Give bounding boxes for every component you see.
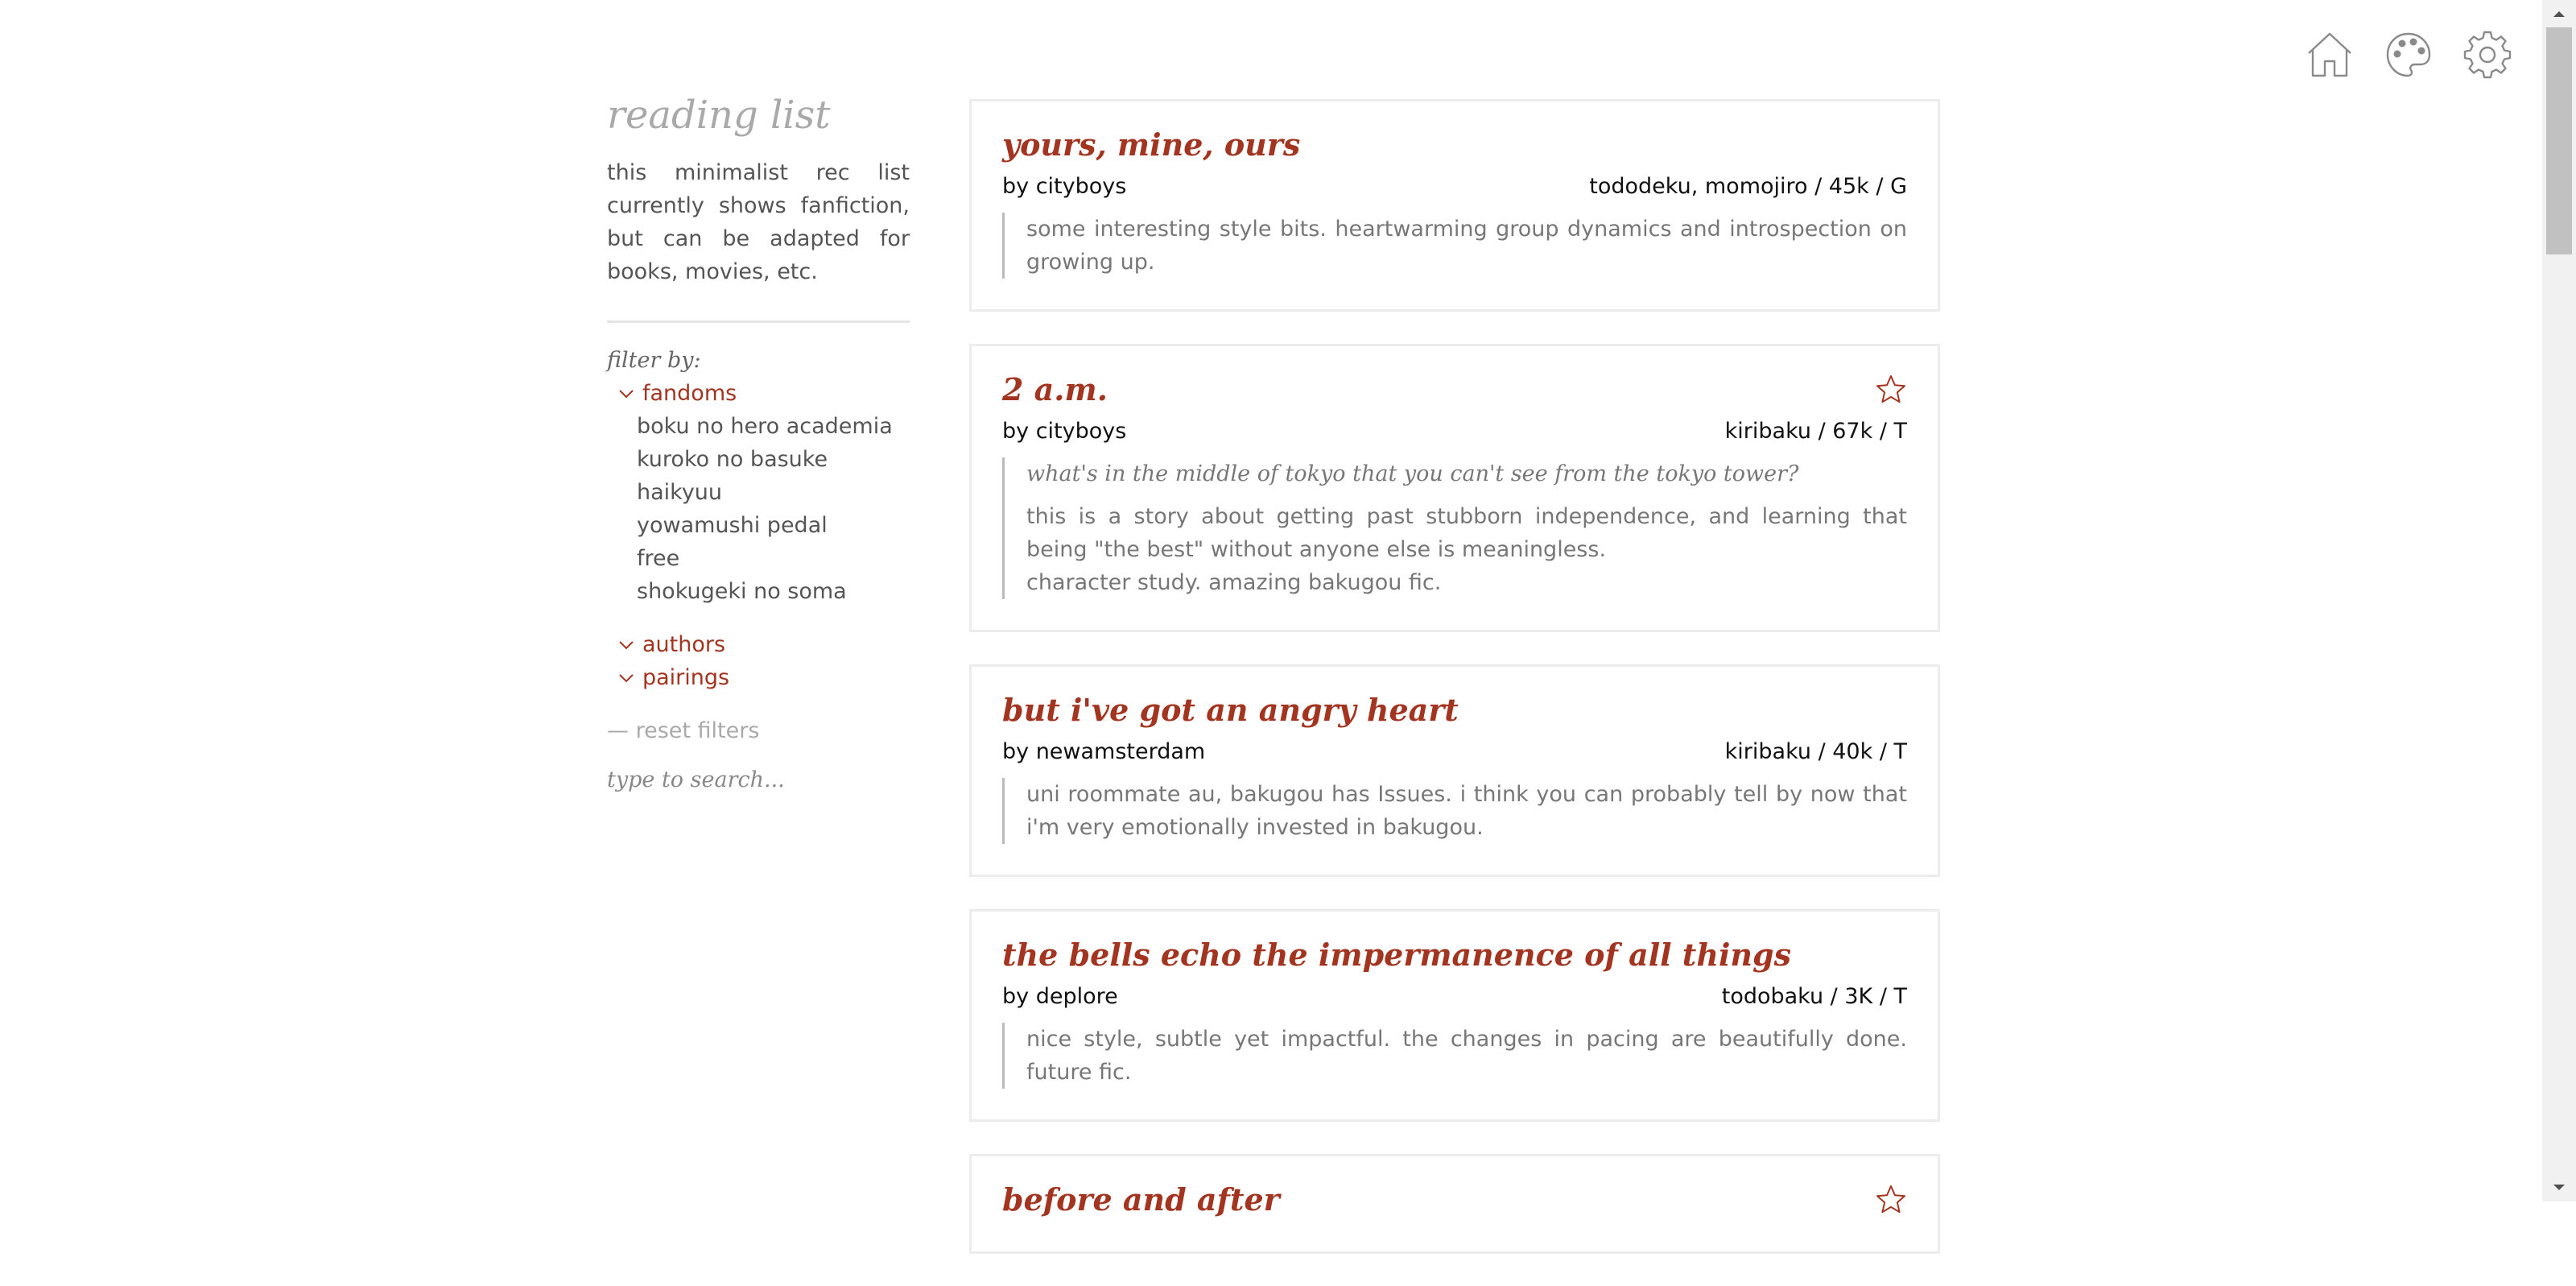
rec-card: before and after — [969, 1154, 1940, 1254]
rec-author: by cityboys — [1002, 174, 1127, 199]
rec-title[interactable]: yours, mine, ours — [1002, 124, 1300, 166]
rec-title[interactable]: 2 a.m. — [1002, 369, 1108, 411]
filter-toggle-label: authors — [642, 632, 726, 657]
rec-card: but i've got an angry heart by newamster… — [969, 664, 1940, 877]
fandom-item[interactable]: boku no hero academia — [637, 410, 910, 443]
chevron-down-icon — [619, 389, 634, 398]
page: reading list this minimalist rec list cu… — [0, 0, 2542, 1254]
rec-card: yours, mine, ours by cityboys tododeku, … — [969, 99, 1940, 312]
reset-filters-link[interactable]: — reset filters — [607, 714, 910, 747]
rec-title[interactable]: the bells echo the impermanence of all t… — [1002, 934, 1791, 976]
review-text: some interesting style bits. heartwarmin… — [1026, 217, 1907, 275]
filter-toggle-label: fandoms — [642, 381, 737, 406]
fandom-item[interactable]: kuroko no basuke — [637, 443, 910, 476]
gear-icon[interactable] — [2462, 29, 2513, 81]
rec-title[interactable]: but i've got an angry heart — [1002, 689, 1459, 731]
review-quote: what's in the middle of tokyo that you c… — [1026, 461, 1799, 486]
filter-toggle-label: pairings — [642, 665, 730, 690]
rec-author: by cityboys — [1002, 419, 1127, 444]
rec-card: 2 a.m. by cityboys kiribaku / 67k / T wh… — [969, 344, 1940, 632]
review-text: nice style, subtle yet impactful. the ch… — [1026, 1027, 1907, 1085]
rec-author: by newamsterdam — [1002, 739, 1206, 764]
fandom-item[interactable]: haikyuu — [637, 476, 910, 509]
rec-author: by deplore — [1002, 984, 1118, 1009]
scroll-down-arrow-icon[interactable] — [2542, 1174, 2576, 1201]
filter-toggle-pairings[interactable]: pairings — [607, 661, 910, 694]
fandom-item[interactable]: yowamushi pedal — [637, 509, 910, 542]
star-icon[interactable] — [1875, 374, 1907, 406]
filter-toggle-fandoms[interactable]: fandoms — [607, 377, 910, 410]
chevron-down-icon — [619, 673, 634, 682]
rec-title[interactable]: before and after — [1002, 1179, 1280, 1221]
palette-icon[interactable] — [2383, 29, 2434, 81]
review-text: character study. amazing bakugou fic. — [1026, 570, 1442, 595]
rec-meta: kiribaku / 67k / T — [1724, 419, 1907, 444]
star-icon[interactable] — [1875, 1184, 1907, 1216]
rec-review: some interesting style bits. heartwarmin… — [1002, 213, 1907, 279]
rec-review: nice style, subtle yet impactful. the ch… — [1002, 1023, 1907, 1089]
site-title: reading list — [607, 93, 831, 138]
divider — [607, 320, 910, 323]
rec-list: yours, mine, ours by cityboys tododeku, … — [969, 99, 1940, 1286]
filter-group-fandoms: fandoms boku no hero academia kuroko no … — [607, 377, 910, 608]
sidebar: reading list this minimalist rec list cu… — [607, 89, 910, 796]
search-input[interactable] — [607, 763, 910, 796]
filter-toggle-authors[interactable]: authors — [607, 628, 910, 661]
rec-meta: kiribaku / 40k / T — [1724, 739, 1907, 764]
rec-card: the bells echo the impermanence of all t… — [969, 909, 1940, 1122]
intro-text: this minimalist rec list currently shows… — [607, 160, 910, 284]
fandom-item[interactable]: shokugeki no soma — [637, 575, 910, 608]
top-toolbar — [2304, 29, 2513, 81]
review-text: uni roommate au, bakugou has Issues. i t… — [1026, 782, 1907, 840]
scroll-up-arrow-icon[interactable] — [2542, 0, 2576, 27]
scrollbar-thumb[interactable] — [2546, 27, 2572, 254]
home-icon[interactable] — [2304, 29, 2355, 81]
fandom-list: boku no hero academia kuroko no basuke h… — [607, 410, 910, 608]
rec-review: what's in the middle of tokyo that you c… — [1002, 457, 1907, 599]
review-text: this is a story about getting past stubb… — [1026, 504, 1907, 562]
chevron-down-icon — [619, 640, 634, 649]
fandom-item[interactable]: free — [637, 542, 910, 575]
rec-review: uni roommate au, bakugou has Issues. i t… — [1002, 778, 1907, 844]
scrollbar[interactable] — [2542, 0, 2576, 1201]
rec-meta: tododeku, momojiro / 45k / G — [1589, 174, 1907, 199]
filter-label: filter by: — [607, 348, 701, 373]
rec-meta: todobaku / 3K / T — [1721, 984, 1907, 1009]
